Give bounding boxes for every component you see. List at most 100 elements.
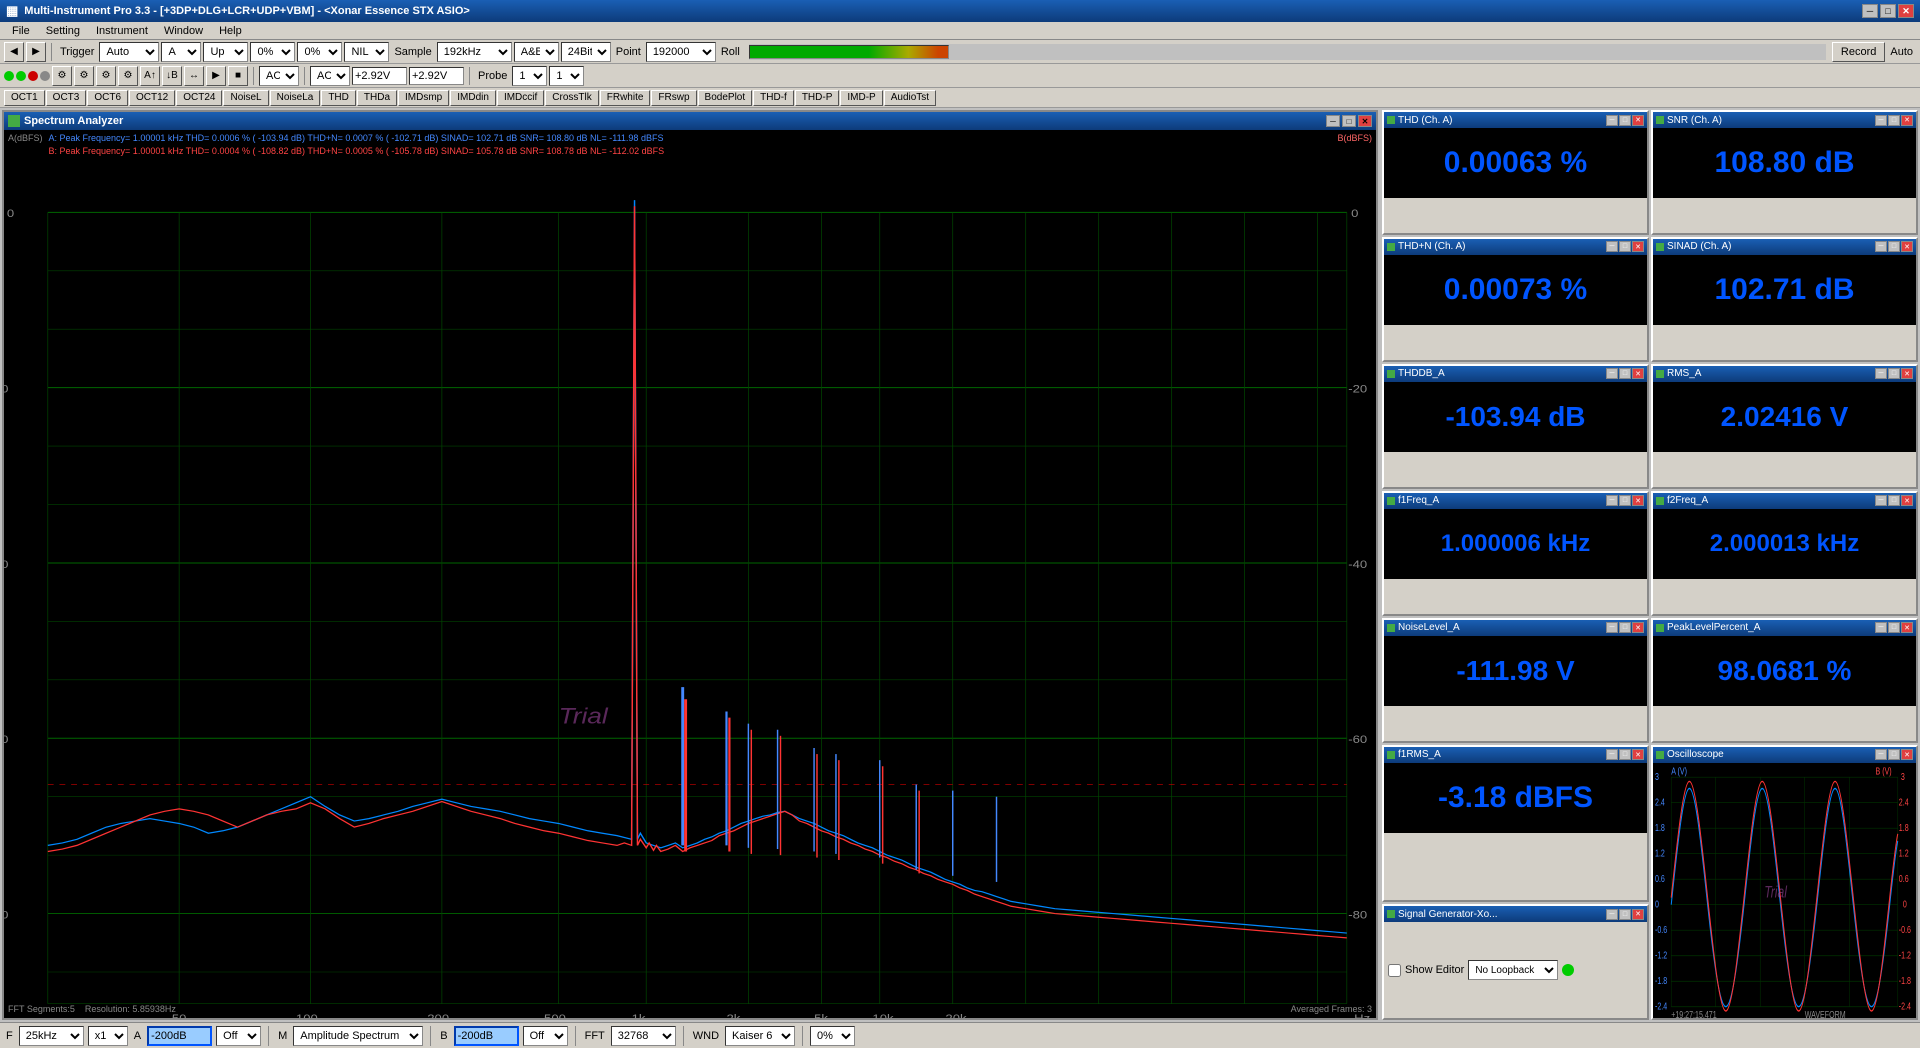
a-input[interactable] [147, 1026, 212, 1046]
point-select[interactable]: 192000 [646, 42, 716, 62]
tb-icon-6[interactable]: ↓B [162, 66, 182, 86]
sample-rate-select[interactable]: 192kHz [437, 42, 512, 62]
meas-thd[interactable]: THD [321, 90, 356, 106]
meas-thdp[interactable]: THD-P [795, 90, 840, 106]
meas-noisel[interactable]: NoiseL [223, 90, 268, 106]
thdn-minimize[interactable]: ─ [1606, 241, 1618, 252]
meas-frwhite[interactable]: FRwhite [600, 90, 651, 106]
thddb-maximize[interactable]: □ [1619, 368, 1631, 379]
meas-oct24[interactable]: OCT24 [176, 90, 222, 106]
mode-select[interactable]: Amplitude Spectrum [293, 1026, 423, 1046]
f2freq-close[interactable]: ✕ [1901, 495, 1913, 506]
tb-icon-2[interactable]: ⚙ [74, 66, 94, 86]
menu-instrument[interactable]: Instrument [88, 24, 156, 38]
noiselevel-close[interactable]: ✕ [1632, 622, 1644, 633]
snr-minimize[interactable]: ─ [1875, 115, 1887, 126]
b-input[interactable] [454, 1026, 519, 1046]
tb-btn-2[interactable]: ▶ [26, 42, 46, 62]
meas-oct1[interactable]: OCT1 [4, 90, 45, 106]
probe-select1[interactable]: 1 [512, 66, 547, 86]
trigger-select[interactable]: Auto [99, 42, 159, 62]
meas-frswp[interactable]: FRswp [651, 90, 696, 106]
pct-select[interactable]: 0% [810, 1026, 855, 1046]
spectrum-minimize[interactable]: ─ [1326, 115, 1340, 127]
off-select2[interactable]: Off [523, 1026, 568, 1046]
f1freq-close[interactable]: ✕ [1632, 495, 1644, 506]
thdn-close[interactable]: ✕ [1632, 241, 1644, 252]
spectrum-close[interactable]: ✕ [1358, 115, 1372, 127]
voltage1-input[interactable] [352, 67, 407, 85]
meas-imdccif[interactable]: IMDccif [497, 90, 544, 106]
menu-help[interactable]: Help [211, 24, 250, 38]
menu-window[interactable]: Window [156, 24, 211, 38]
meas-imdp[interactable]: IMD-P [840, 90, 882, 106]
menu-setting[interactable]: Setting [38, 24, 88, 38]
voltage2-input[interactable] [409, 67, 464, 85]
sinad-minimize[interactable]: ─ [1875, 241, 1887, 252]
tb-icon-3[interactable]: ⚙ [96, 66, 116, 86]
thd-maximize[interactable]: □ [1619, 115, 1631, 126]
bitdepth-select[interactable]: 24Bit [561, 42, 611, 62]
x1-select[interactable]: x1 [88, 1026, 128, 1046]
thd-minimize[interactable]: ─ [1606, 115, 1618, 126]
f2freq-minimize[interactable]: ─ [1875, 495, 1887, 506]
wnd-select[interactable]: Kaiser 6 [725, 1026, 795, 1046]
off-select1[interactable]: Off [216, 1026, 261, 1046]
ac-select1[interactable]: AC [259, 66, 299, 86]
f-select[interactable]: 25kHz [19, 1026, 84, 1046]
meas-oct6[interactable]: OCT6 [87, 90, 128, 106]
fft-select[interactable]: 32768 [611, 1026, 676, 1046]
loopback-select[interactable]: No Loopback [1468, 960, 1558, 980]
updown-select[interactable]: Up [203, 42, 248, 62]
sig-gen-maximize[interactable]: □ [1619, 909, 1631, 920]
f1rms-close[interactable]: ✕ [1632, 749, 1644, 760]
peaklevel-minimize[interactable]: ─ [1875, 622, 1887, 633]
f1freq-minimize[interactable]: ─ [1606, 495, 1618, 506]
thd-close[interactable]: ✕ [1632, 115, 1644, 126]
tb-icon-8[interactable]: ▶ [206, 66, 226, 86]
record-button[interactable]: Record [1832, 42, 1885, 62]
meas-crosstlk[interactable]: CrossTlk [545, 90, 598, 106]
osc-maximize[interactable]: □ [1888, 749, 1900, 760]
tb-btn-1[interactable]: ◀ [4, 42, 24, 62]
thddb-close[interactable]: ✕ [1632, 368, 1644, 379]
peaklevel-maximize[interactable]: □ [1888, 622, 1900, 633]
minimize-button[interactable]: ─ [1862, 4, 1878, 18]
meas-thda[interactable]: THDa [357, 90, 397, 106]
meas-imddin[interactable]: IMDdin [450, 90, 496, 106]
meas-noisela[interactable]: NoiseLa [270, 90, 321, 106]
rms-close[interactable]: ✕ [1901, 368, 1913, 379]
meas-bodeplot[interactable]: BodePlot [698, 90, 753, 106]
sig-gen-close[interactable]: ✕ [1632, 909, 1644, 920]
ab-select[interactable]: A&B [514, 42, 559, 62]
maximize-button[interactable]: □ [1880, 4, 1896, 18]
pct2-select[interactable]: 0% [297, 42, 342, 62]
snr-close[interactable]: ✕ [1901, 115, 1913, 126]
pct1-select[interactable]: 0% [250, 42, 295, 62]
meas-thdf[interactable]: THD-f [753, 90, 794, 106]
probe-select2[interactable]: 1 [549, 66, 584, 86]
spectrum-maximize[interactable]: □ [1342, 115, 1356, 127]
meas-oct12[interactable]: OCT12 [129, 90, 175, 106]
f1rms-maximize[interactable]: □ [1619, 749, 1631, 760]
sig-gen-minimize[interactable]: ─ [1606, 909, 1618, 920]
meas-audiotst[interactable]: AudioTst [884, 90, 936, 106]
osc-close[interactable]: ✕ [1901, 749, 1913, 760]
f1rms-minimize[interactable]: ─ [1606, 749, 1618, 760]
tb-icon-4[interactable]: ⚙ [118, 66, 138, 86]
tb-icon-7[interactable]: ↔ [184, 66, 204, 86]
peaklevel-close[interactable]: ✕ [1901, 622, 1913, 633]
tb-icon-9[interactable]: ■ [228, 66, 248, 86]
show-editor-checkbox[interactable] [1388, 964, 1401, 977]
sinad-maximize[interactable]: □ [1888, 241, 1900, 252]
rms-maximize[interactable]: □ [1888, 368, 1900, 379]
noiselevel-minimize[interactable]: ─ [1606, 622, 1618, 633]
channel-select[interactable]: A [161, 42, 201, 62]
ac-select2[interactable]: AC [310, 66, 350, 86]
nil-select[interactable]: NIL [344, 42, 389, 62]
tb-icon-5[interactable]: A↑ [140, 66, 160, 86]
meas-oct3[interactable]: OCT3 [46, 90, 87, 106]
meas-imdsmp[interactable]: IMDsmp [398, 90, 449, 106]
f1freq-maximize[interactable]: □ [1619, 495, 1631, 506]
f2freq-maximize[interactable]: □ [1888, 495, 1900, 506]
